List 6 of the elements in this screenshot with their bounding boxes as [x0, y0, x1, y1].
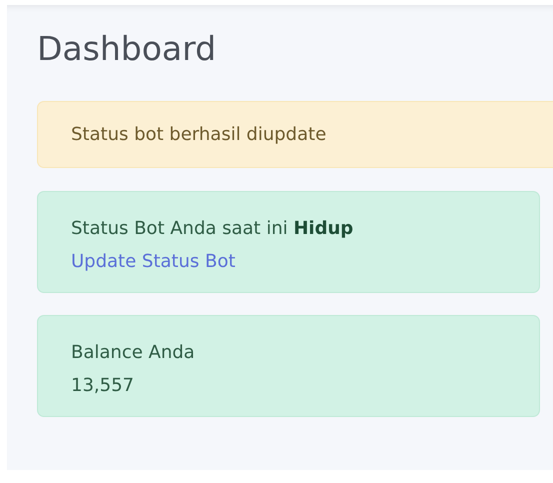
status-text: Status Bot Anda saat ini Hidup	[71, 217, 354, 241]
alert-message: Status bot berhasil diupdate	[37, 101, 553, 168]
balance-label: Balance Anda	[71, 341, 196, 365]
update-status-link[interactable]: Update Status Bot	[71, 251, 236, 272]
balance-value: 13,557	[71, 374, 135, 398]
page-title: Dashboard	[37, 32, 218, 65]
